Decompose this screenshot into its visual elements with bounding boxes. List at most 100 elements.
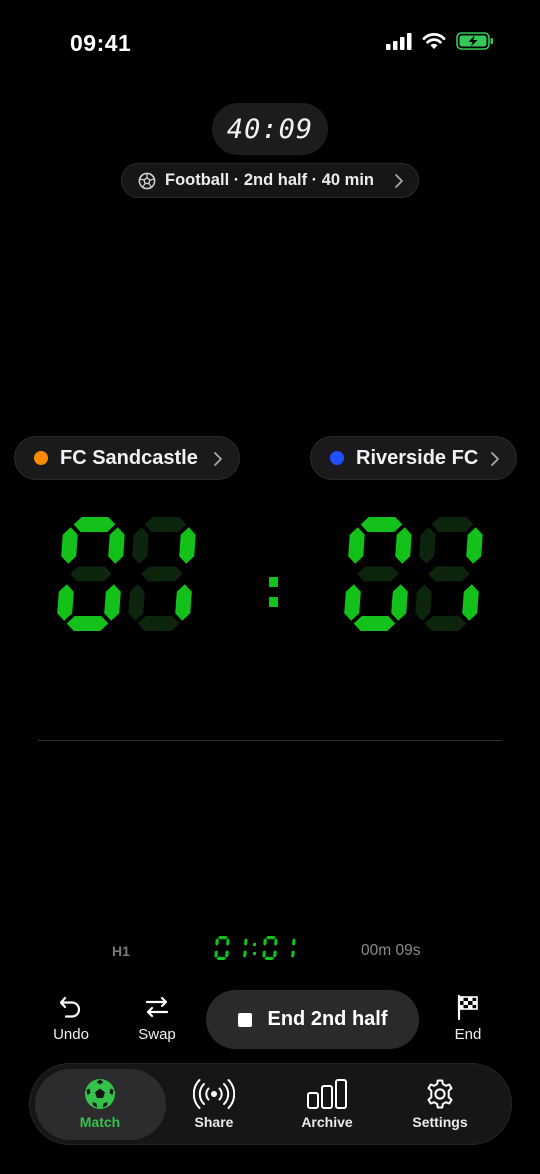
segment-d (264, 956, 274, 960)
segment-a (360, 517, 403, 532)
status-icons (386, 32, 494, 50)
segment-b (274, 938, 278, 946)
segment-e (232, 950, 236, 958)
tab-archive[interactable]: Archive (272, 1078, 382, 1130)
segment-a (236, 936, 246, 939)
segment-d (234, 957, 244, 960)
period-score-digit (214, 936, 230, 960)
chevron-right-icon (214, 452, 222, 466)
segment-c (225, 950, 229, 958)
period-elapsed: 00m 09s (361, 942, 421, 959)
period-score (214, 936, 296, 960)
tab-settings-label: Settings (412, 1114, 468, 1130)
cellular-signal-icon (386, 32, 412, 50)
segment-b (226, 938, 230, 946)
swap-button[interactable]: Swap (122, 994, 192, 1043)
wifi-icon (422, 33, 446, 49)
undo-button[interactable]: Undo (36, 994, 106, 1043)
undo-label: Undo (53, 1026, 89, 1043)
game-clock-time: 40:09 (226, 113, 314, 145)
segment-a (218, 936, 228, 940)
segment-g (141, 566, 183, 582)
segment-f (281, 938, 285, 946)
chevron-right-icon (395, 174, 403, 188)
broadcast-icon (193, 1079, 235, 1109)
segment-e (262, 950, 266, 958)
divider (38, 740, 502, 741)
away-team-color-dot (330, 451, 344, 465)
colon-dot (269, 577, 278, 587)
segment-g (357, 566, 399, 582)
segment-a (266, 936, 276, 940)
action-row: Undo Swap End 2nd half End (0, 990, 540, 1050)
segment-e (415, 584, 432, 621)
away-score[interactable] (344, 517, 483, 631)
period-score-digit (232, 936, 248, 960)
gear-icon (427, 1079, 453, 1109)
segment-f (61, 527, 78, 564)
end-half-label: End 2nd half (267, 1008, 388, 1030)
segment-b (179, 527, 196, 564)
segment-d (216, 956, 226, 960)
segment-c (391, 584, 408, 621)
colon-dot (253, 952, 256, 955)
away-score-digit (344, 517, 412, 631)
end-match-button[interactable]: End (433, 994, 503, 1043)
home-score[interactable] (57, 517, 196, 631)
segment-b (108, 527, 125, 564)
tab-share[interactable]: Share (159, 1078, 269, 1130)
segment-c (104, 584, 121, 621)
away-team-selector[interactable]: Riverside FC (310, 436, 517, 480)
match-info-selector[interactable]: Football · 2nd half · 40 min (121, 163, 419, 198)
segment-f (215, 938, 219, 946)
period-score-digit (262, 936, 278, 960)
swap-arrows-icon (145, 996, 169, 1018)
status-bar: 09:41 (0, 0, 540, 90)
game-clock[interactable]: 40:09 (212, 103, 328, 155)
segment-c (462, 584, 479, 621)
segment-a (284, 936, 294, 939)
segment-g (235, 946, 245, 949)
segment-a (73, 517, 116, 532)
segment-e (344, 584, 361, 621)
home-team-color-dot (34, 451, 48, 465)
tab-settings[interactable]: Settings (385, 1078, 495, 1130)
tab-share-label: Share (194, 1114, 234, 1130)
stop-icon (237, 1012, 252, 1027)
soccer-ball-icon (138, 172, 156, 189)
segment-e (280, 950, 284, 958)
status-time: 09:41 (70, 30, 132, 56)
battery-charging-icon (456, 32, 493, 50)
segment-d (282, 957, 292, 960)
segment-b (244, 938, 248, 946)
segment-g (217, 946, 227, 949)
period-summary-row: H1 00m 09s (0, 930, 540, 970)
segment-a (144, 517, 187, 532)
away-team-name: Riverside FC (356, 446, 479, 469)
tab-match[interactable]: Match (45, 1078, 155, 1130)
segment-c (243, 950, 247, 958)
home-score-digit (57, 517, 125, 631)
segment-e (214, 950, 218, 958)
home-team-selector[interactable]: FC Sandcastle (14, 436, 240, 480)
tab-bar: Match Share Archive Settings (29, 1063, 512, 1145)
segment-c (175, 584, 192, 621)
colon-dot (269, 597, 278, 607)
period-score-digit (280, 936, 296, 960)
segment-b (395, 527, 412, 564)
segment-e (57, 584, 74, 621)
segment-g (283, 946, 293, 949)
period-label: H1 (112, 943, 130, 959)
end-half-button[interactable]: End 2nd half (206, 990, 419, 1049)
tab-archive-label: Archive (301, 1114, 353, 1130)
segment-g (265, 946, 275, 949)
segment-f (419, 527, 436, 564)
soccer-ball-icon (85, 1079, 115, 1109)
segment-g (70, 566, 112, 582)
home-score-digit (128, 517, 196, 631)
segment-d (66, 616, 109, 631)
segment-f (132, 527, 149, 564)
away-score-digit (415, 517, 483, 631)
segment-b (292, 938, 296, 946)
segment-f (348, 527, 365, 564)
